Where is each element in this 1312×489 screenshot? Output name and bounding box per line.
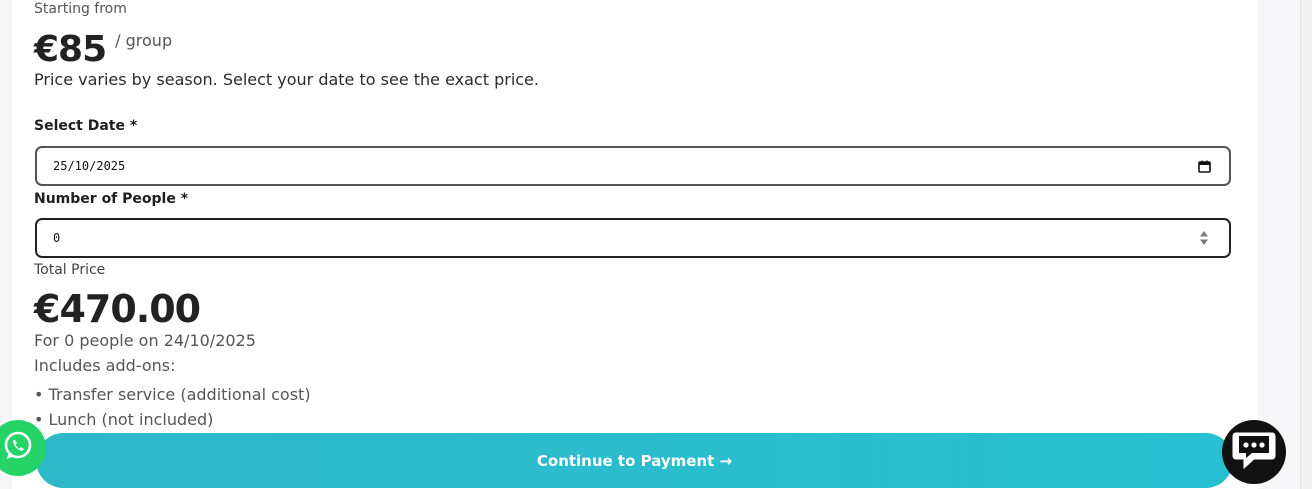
number-spinner-icon[interactable] xyxy=(1199,230,1209,246)
page-scrollbar[interactable] xyxy=(1300,0,1312,489)
number-of-people-label: Number of People * xyxy=(34,191,189,207)
base-price: €85 / group xyxy=(34,28,172,72)
whatsapp-icon xyxy=(1,429,35,467)
season-note: Price varies by season. Select your date… xyxy=(34,70,539,89)
chat-icon xyxy=(1230,427,1278,477)
people-date-summary: For 0 people on 24/10/2025 xyxy=(34,331,256,350)
total-price-amount: €470.00 xyxy=(34,287,201,331)
people-input[interactable]: 0 xyxy=(35,218,1231,258)
people-value: 0 xyxy=(53,231,61,245)
addons-title: Includes add-ons: xyxy=(34,356,176,375)
date-input[interactable]: 25/10/2025 xyxy=(35,146,1231,186)
calendar-icon[interactable] xyxy=(1198,160,1211,173)
addon-item: • Lunch (not included) xyxy=(34,410,214,429)
select-date-label: Select Date * xyxy=(34,118,138,134)
base-price-amount: €85 xyxy=(34,29,107,70)
starting-from-label: Starting from xyxy=(34,1,127,17)
price-unit: / group xyxy=(115,31,173,50)
total-price-label: Total Price xyxy=(34,262,106,278)
continue-to-payment-button[interactable]: Continue to Payment → xyxy=(36,433,1233,488)
date-value: 25/10/2025 xyxy=(53,159,126,173)
chat-widget-button[interactable] xyxy=(1222,420,1286,484)
addon-item: • Transfer service (additional cost) xyxy=(34,385,311,404)
